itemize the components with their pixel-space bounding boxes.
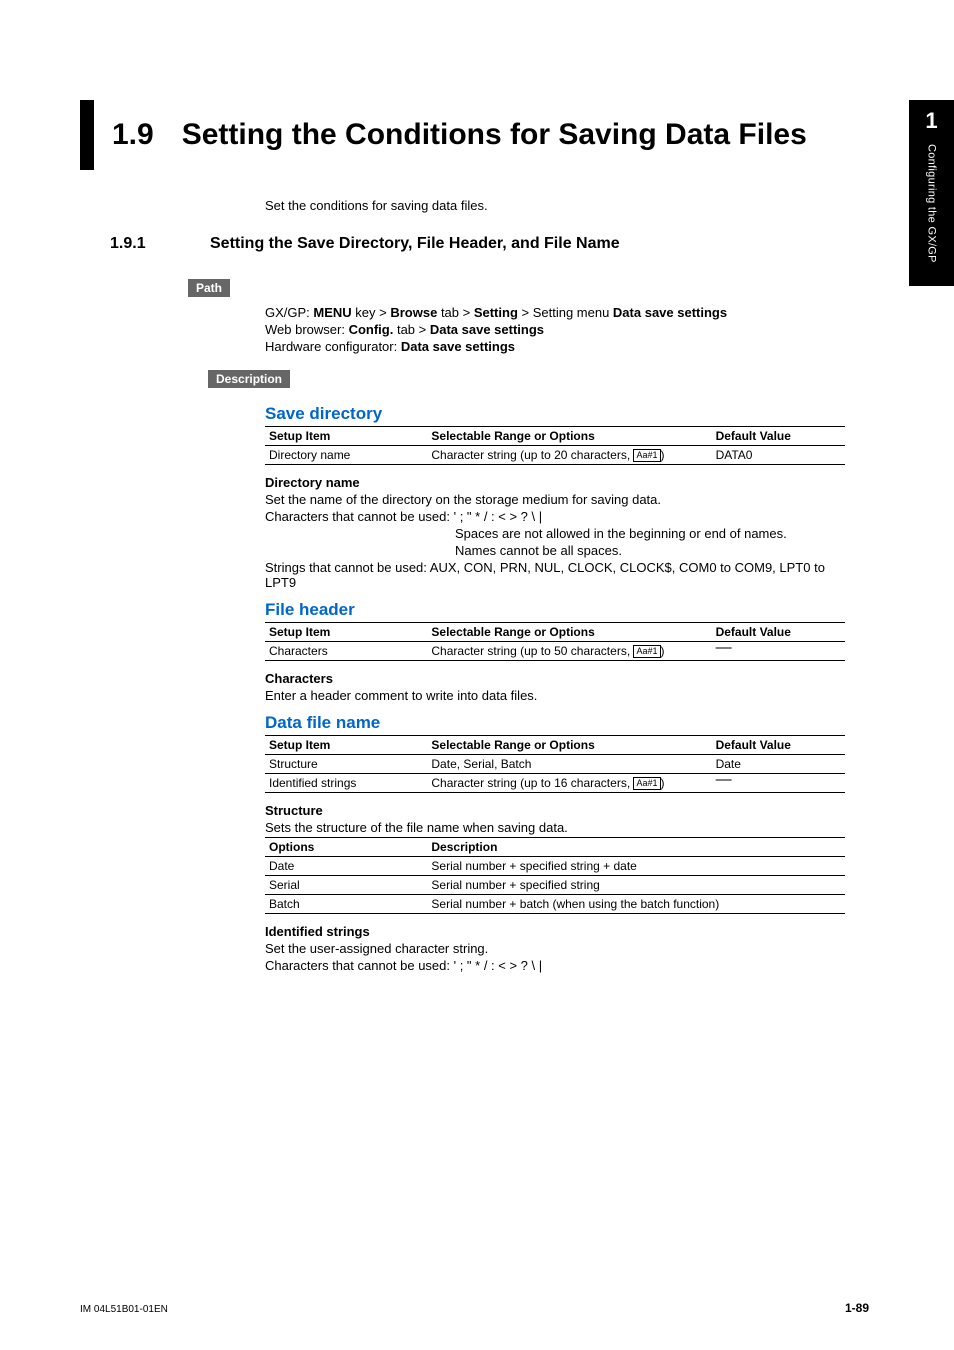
body-text: Names cannot be all spaces. (455, 543, 845, 558)
section-number: 1.9 (112, 100, 154, 170)
path-tag: Path (188, 279, 230, 297)
heading-bar-icon (80, 100, 94, 170)
data-file-name-table: Setup Item Selectable Range or Options D… (265, 735, 845, 793)
char-input-icon: Aa#1 (633, 777, 660, 790)
th-range: Selectable Range or Options (427, 427, 711, 446)
table-row: Identified strings Character string (up … (265, 774, 845, 793)
body-text: Sets the structure of the file name when… (265, 820, 845, 835)
file-header-table: Setup Item Selectable Range or Options D… (265, 622, 845, 661)
th-default: Default Value (712, 623, 845, 642)
section-heading: 1.9 Setting the Conditions for Saving Da… (80, 100, 850, 170)
th-description: Description (427, 838, 845, 857)
body-text: Characters that cannot be used: ' ; " * … (265, 958, 845, 973)
body-text: Set the name of the directory on the sto… (265, 492, 845, 507)
table-row: Directory name Character string (up to 2… (265, 446, 845, 465)
identified-strings-subhead: Identified strings (265, 924, 845, 939)
th-default: Default Value (712, 736, 845, 755)
footer-doc-id: IM 04L51B01-01EN (80, 1304, 168, 1315)
tab-chapter-title: Configuring the GX/GP (926, 144, 938, 263)
char-input-icon: Aa#1 (633, 449, 660, 462)
th-range: Selectable Range or Options (427, 736, 711, 755)
save-directory-title: Save directory (265, 404, 845, 424)
body-text: Strings that cannot be used: AUX, CON, P… (265, 560, 845, 590)
char-input-icon: Aa#1 (633, 645, 660, 658)
structure-subhead: Structure (265, 803, 845, 818)
path-block: GX/GP: MENU key > Browse tab > Setting >… (265, 305, 845, 354)
table-row: DateSerial number + specified string + d… (265, 857, 845, 876)
body-text: Characters that cannot be used: ' ; " * … (265, 509, 845, 524)
table-row: SerialSerial number + specified string (265, 876, 845, 895)
footer-page-number: 1-89 (845, 1301, 869, 1315)
path-line-1: GX/GP: MENU key > Browse tab > Setting >… (265, 305, 845, 320)
th-setup-item: Setup Item (265, 736, 427, 755)
table-row: Structure Date, Serial, Batch Date (265, 755, 845, 774)
description-block: Save directory Setup Item Selectable Ran… (265, 404, 845, 973)
th-range: Selectable Range or Options (427, 623, 711, 642)
path-line-2: Web browser: Config. tab > Data save set… (265, 322, 845, 337)
th-setup-item: Setup Item (265, 427, 427, 446)
directory-name-subhead: Directory name (265, 475, 845, 490)
body-text: Enter a header comment to write into dat… (265, 688, 845, 703)
table-row: Characters Character string (up to 50 ch… (265, 642, 845, 661)
section-title: Setting the Conditions for Saving Data F… (182, 100, 850, 170)
tab-chapter-number: 1 (909, 108, 954, 134)
path-line-3: Hardware configurator: Data save setting… (265, 339, 845, 354)
description-tag: Description (208, 370, 290, 388)
side-chapter-tab: 1 Configuring the GX/GP (909, 100, 954, 286)
intro-text: Set the conditions for saving data files… (265, 198, 845, 213)
structure-options-table: Options Description DateSerial number + … (265, 837, 845, 914)
file-header-title: File header (265, 600, 845, 620)
page-content: 1.9 Setting the Conditions for Saving Da… (80, 100, 850, 975)
data-file-name-title: Data file name (265, 713, 845, 733)
body-text: Set the user-assigned character string. (265, 941, 845, 956)
th-default: Default Value (712, 427, 845, 446)
subsection-heading: 1.9.1 Setting the Save Directory, File H… (80, 235, 850, 253)
body-text: Spaces are not allowed in the beginning … (455, 526, 845, 541)
subsection-title: Setting the Save Directory, File Header,… (210, 235, 850, 253)
characters-subhead: Characters (265, 671, 845, 686)
save-directory-table: Setup Item Selectable Range or Options D… (265, 426, 845, 465)
table-row: BatchSerial number + batch (when using t… (265, 895, 845, 914)
subsection-number: 1.9.1 (110, 235, 210, 253)
th-setup-item: Setup Item (265, 623, 427, 642)
th-options: Options (265, 838, 427, 857)
